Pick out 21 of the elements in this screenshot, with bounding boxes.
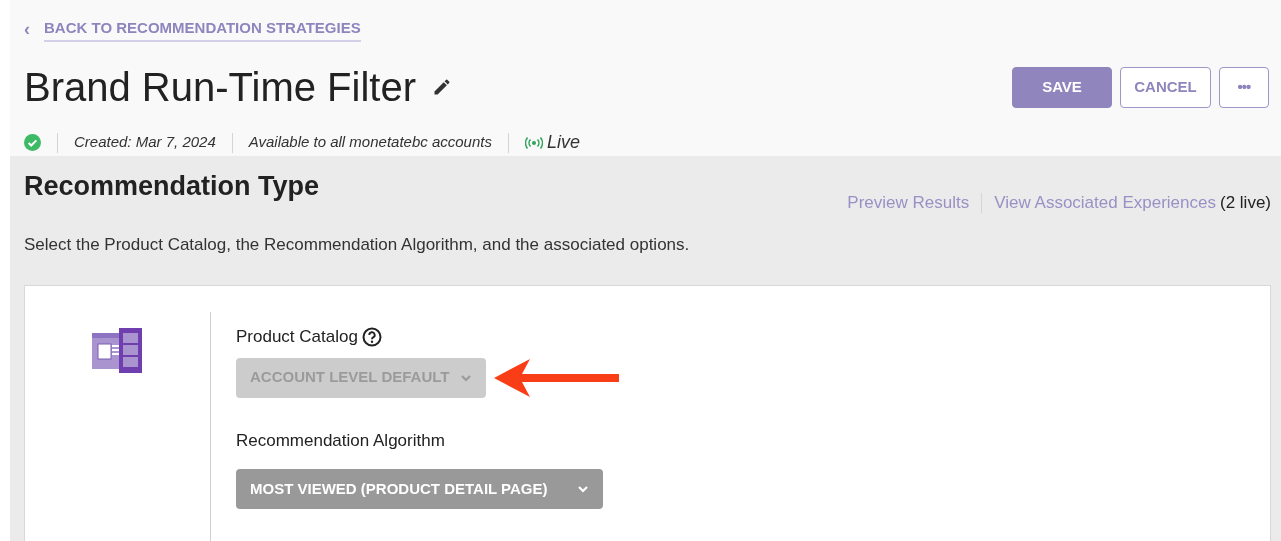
dropdown[interactable]: MOST VIEWED (PRODUCT DETAIL PAGE) <box>236 469 603 509</box>
catalog-icon <box>91 328 144 373</box>
link[interactable]: View Associated Experiences <box>994 190 1216 216</box>
section-title: Recommendation Type <box>24 170 320 203</box>
more-button[interactable]: ••• <box>1219 66 1269 108</box>
availability-text: Available to all monetatebc accounts <box>248 132 492 153</box>
caret-icon <box>577 485 589 493</box>
section-description: Select the Product Catalog, the Recommendation Algorithm, and the associated options. <box>24 233 691 256</box>
live-count: (2 live) <box>1220 192 1271 214</box>
field-label: Recommendation Algorithm <box>236 429 445 452</box>
created-date: Created: Mar 7, 2024 <box>74 132 216 153</box>
save-button[interactable]: SAVE <box>1012 66 1112 108</box>
field-label: Product Catalog <box>236 326 358 348</box>
live-status: Live <box>546 131 580 154</box>
back-link[interactable]: BACK TO RECOMMENDATION STRATEGIES <box>44 17 361 42</box>
cancel-button[interactable]: CANCEL <box>1120 66 1211 108</box>
link[interactable]: Preview Results <box>847 190 970 216</box>
back-icon[interactable]: ‹ <box>24 16 30 43</box>
page-title: Brand Run-Time Filter <box>24 64 416 111</box>
broadcast-icon <box>524 136 543 149</box>
caret-icon <box>460 373 472 382</box>
